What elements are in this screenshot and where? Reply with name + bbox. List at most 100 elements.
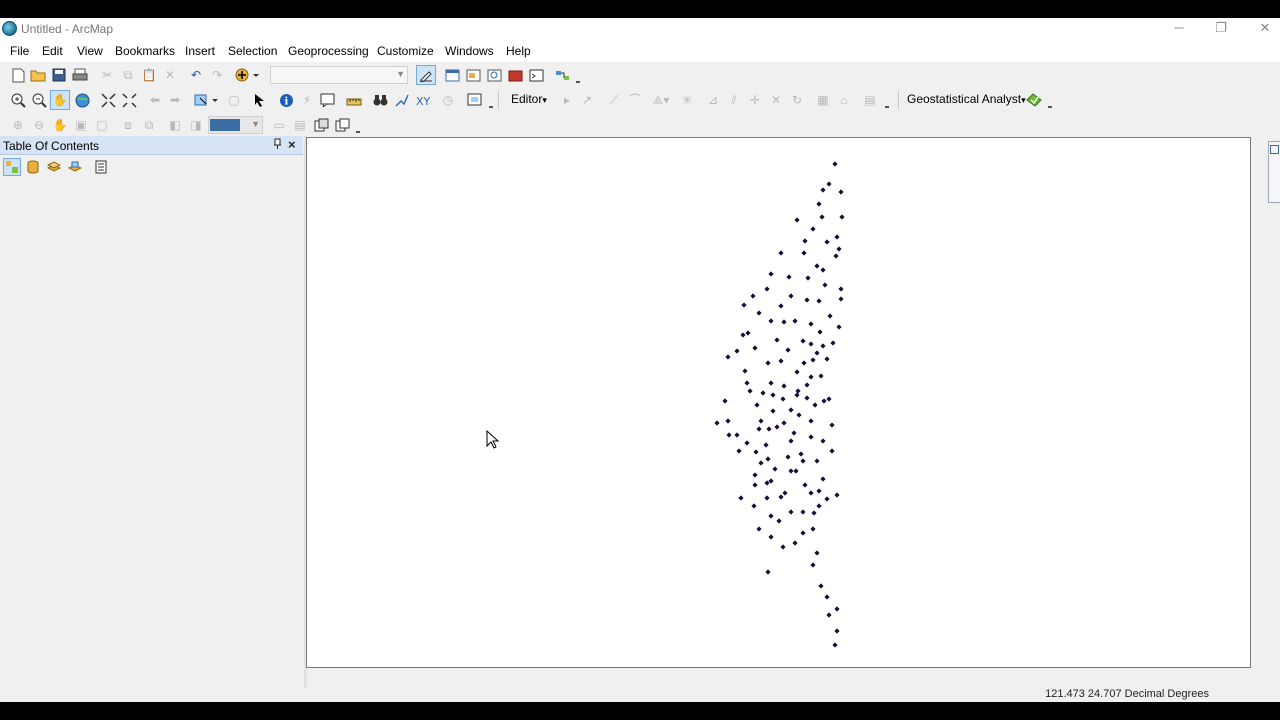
point-feature xyxy=(744,440,750,446)
menu-geoprocessing[interactable]: Geoprocessing xyxy=(288,44,369,58)
map-display[interactable] xyxy=(306,137,1251,668)
geostatistical-analyst-menu-button[interactable]: Geostatistical Analyst▾ xyxy=(907,92,1026,106)
toolbar-grip[interactable] xyxy=(354,115,362,135)
trace-icon[interactable]: ⌒ xyxy=(626,91,644,109)
measure-icon[interactable] xyxy=(345,91,363,109)
pin-icon[interactable] xyxy=(273,138,282,153)
menu-windows[interactable]: Windows xyxy=(445,44,494,58)
select-features-icon[interactable] xyxy=(193,91,219,109)
delete-icon[interactable]: ✕ xyxy=(161,66,179,84)
focus-data-frame-icon[interactable]: ▤ xyxy=(291,116,309,134)
model-builder-icon[interactable] xyxy=(553,66,571,84)
menu-edit[interactable]: Edit xyxy=(42,44,63,58)
paste-icon[interactable]: 📋 xyxy=(140,66,158,84)
edit-annotation-icon[interactable]: ↗ xyxy=(578,91,596,109)
cut-polygons-icon[interactable]: ⫽ xyxy=(725,91,743,109)
fixed-zoom-in-icon[interactable] xyxy=(99,91,117,109)
layout-pan-icon[interactable]: ✋ xyxy=(51,116,69,134)
point-construction-icon[interactable]: ⟁▾ xyxy=(648,91,674,109)
find-binoculars-icon[interactable] xyxy=(371,91,389,109)
point-feature xyxy=(751,503,757,509)
scale-combo[interactable]: ▼ xyxy=(270,66,408,84)
search-window-icon[interactable] xyxy=(485,66,503,84)
layout-fixed-zoom-in-icon[interactable]: ⧈ xyxy=(119,116,137,134)
change-layout-icon[interactable] xyxy=(312,116,330,134)
menu-customize[interactable]: Customize xyxy=(377,44,434,58)
layout-zoom-percent-combo[interactable]: ▼ xyxy=(208,116,263,134)
minimize-button[interactable]: ─ xyxy=(1157,18,1201,40)
list-by-selection-icon[interactable] xyxy=(66,158,84,176)
zoom-in-icon[interactable] xyxy=(9,91,27,109)
undo-icon[interactable]: ↶ xyxy=(187,66,205,84)
geostatistical-wizard-icon[interactable] xyxy=(1025,91,1043,109)
create-features-icon[interactable]: ▤ xyxy=(861,91,879,109)
table-of-contents-window-icon[interactable] xyxy=(443,66,461,84)
rotate-tool-icon[interactable]: ↻ xyxy=(788,91,806,109)
attributes-icon[interactable]: ▦ xyxy=(814,91,832,109)
menu-file[interactable]: File xyxy=(10,44,29,58)
full-extent-globe-icon[interactable] xyxy=(73,91,91,109)
zoom-100-icon[interactable]: ▢ xyxy=(93,116,111,134)
layout-back-icon[interactable]: ◧ xyxy=(166,116,184,134)
restore-button[interactable]: ❐ xyxy=(1199,18,1243,40)
menu-selection[interactable]: Selection xyxy=(228,44,277,58)
rotate-icon[interactable]: ✕ xyxy=(767,91,785,109)
menu-view[interactable]: View xyxy=(77,44,103,58)
zoom-whole-page-icon[interactable]: ▣ xyxy=(72,116,90,134)
toggle-draft-mode-icon[interactable]: ▭ xyxy=(270,116,288,134)
select-elements-arrow-icon[interactable] xyxy=(251,91,269,109)
go-back-icon[interactable]: ⬅ xyxy=(146,91,164,109)
data-driven-pages-icon[interactable] xyxy=(333,116,351,134)
arctoolbox-icon[interactable] xyxy=(506,66,524,84)
toc-options-icon[interactable] xyxy=(92,158,110,176)
pan-hand-icon[interactable]: ✋ xyxy=(50,90,70,110)
editor-toolbar-icon[interactable] xyxy=(416,65,436,85)
go-to-xy-icon[interactable]: XY xyxy=(413,91,431,109)
go-forward-icon[interactable]: ➡ xyxy=(166,91,184,109)
copy-icon[interactable]: ⧉ xyxy=(119,66,137,84)
toc-close-button[interactable]: × xyxy=(288,137,296,152)
layout-forward-icon[interactable]: ◨ xyxy=(187,116,205,134)
catalog-window-icon[interactable] xyxy=(464,66,482,84)
print-icon[interactable] xyxy=(71,66,89,84)
list-by-visibility-icon[interactable] xyxy=(45,158,63,176)
find-route-icon[interactable] xyxy=(392,91,410,109)
add-data-icon[interactable] xyxy=(234,66,260,84)
python-window-icon[interactable] xyxy=(527,66,545,84)
hyperlink-icon[interactable]: ⚡ xyxy=(298,91,316,109)
search-tab-icon xyxy=(1270,145,1279,154)
menu-help[interactable]: Help xyxy=(506,44,531,58)
split-icon[interactable]: ✛ xyxy=(746,91,764,109)
html-popup-icon[interactable] xyxy=(318,91,336,109)
open-folder-icon[interactable] xyxy=(29,66,47,84)
time-slider-icon[interactable]: ◷ xyxy=(439,91,457,109)
zoom-out-icon[interactable] xyxy=(30,91,48,109)
layout-zoom-in-icon[interactable]: ⊕ xyxy=(9,116,27,134)
editor-menu-button[interactable]: Editor▾ xyxy=(511,92,547,106)
save-icon[interactable] xyxy=(50,66,68,84)
menu-insert[interactable]: Insert xyxy=(185,44,215,58)
edit-vertices-icon[interactable]: ✳ xyxy=(678,91,696,109)
toolbar-grip[interactable] xyxy=(883,90,891,110)
sketch-properties-icon[interactable]: ⌂ xyxy=(835,91,853,109)
reshape-icon[interactable]: ⊿ xyxy=(704,91,722,109)
straight-segment-icon[interactable]: ⟋ xyxy=(605,91,623,109)
clear-selection-icon[interactable]: ▢ xyxy=(225,91,243,109)
edit-tool-icon[interactable]: ▸ xyxy=(558,91,576,109)
search-docked-tab[interactable] xyxy=(1268,141,1280,203)
new-document-icon[interactable] xyxy=(9,66,27,84)
list-by-drawing-order-icon[interactable] xyxy=(3,158,21,176)
redo-icon[interactable]: ↷ xyxy=(208,66,226,84)
menu-bookmarks[interactable]: Bookmarks xyxy=(115,44,175,58)
close-button[interactable]: ✕ xyxy=(1243,18,1280,40)
layout-zoom-out-icon[interactable]: ⊖ xyxy=(30,116,48,134)
identify-icon[interactable]: i xyxy=(277,91,295,109)
toolbar-grip[interactable] xyxy=(1046,90,1054,110)
fixed-zoom-out-icon[interactable] xyxy=(120,91,138,109)
list-by-source-icon[interactable] xyxy=(24,158,42,176)
cut-icon[interactable]: ✂ xyxy=(98,66,116,84)
toolbar-grip[interactable] xyxy=(487,90,495,110)
create-viewer-window-icon[interactable] xyxy=(465,91,483,109)
layout-fixed-zoom-out-icon[interactable]: ⧉ xyxy=(140,116,158,134)
toolbar-grip[interactable] xyxy=(574,65,582,85)
